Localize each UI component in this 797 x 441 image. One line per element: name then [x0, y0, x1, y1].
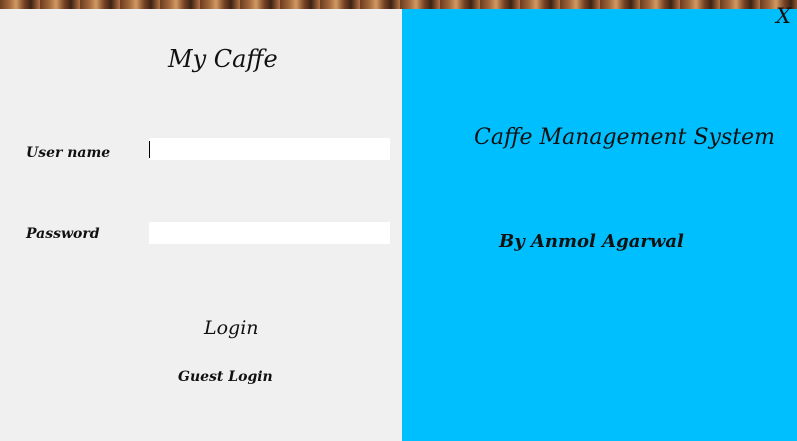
password-input[interactable]: [149, 222, 390, 244]
login-panel: My Caffe User name Password Login Guest …: [0, 9, 402, 441]
login-button[interactable]: Login: [204, 317, 259, 339]
password-label: Password: [26, 226, 100, 242]
background-strip: [0, 0, 797, 9]
app-title: My Caffe: [168, 45, 278, 73]
guest-login-button[interactable]: Guest Login: [178, 369, 273, 385]
info-panel: Caffe Management System By Anmol Agarwal: [402, 9, 797, 441]
login-window: My Caffe User name Password Login Guest …: [0, 0, 797, 441]
username-label: User name: [26, 145, 111, 161]
close-button[interactable]: X: [776, 4, 791, 28]
username-input[interactable]: [149, 138, 390, 160]
author-credit: By Anmol Agarwal: [499, 231, 684, 252]
system-title: Caffe Management System: [474, 125, 775, 150]
text-cursor: [149, 141, 150, 158]
